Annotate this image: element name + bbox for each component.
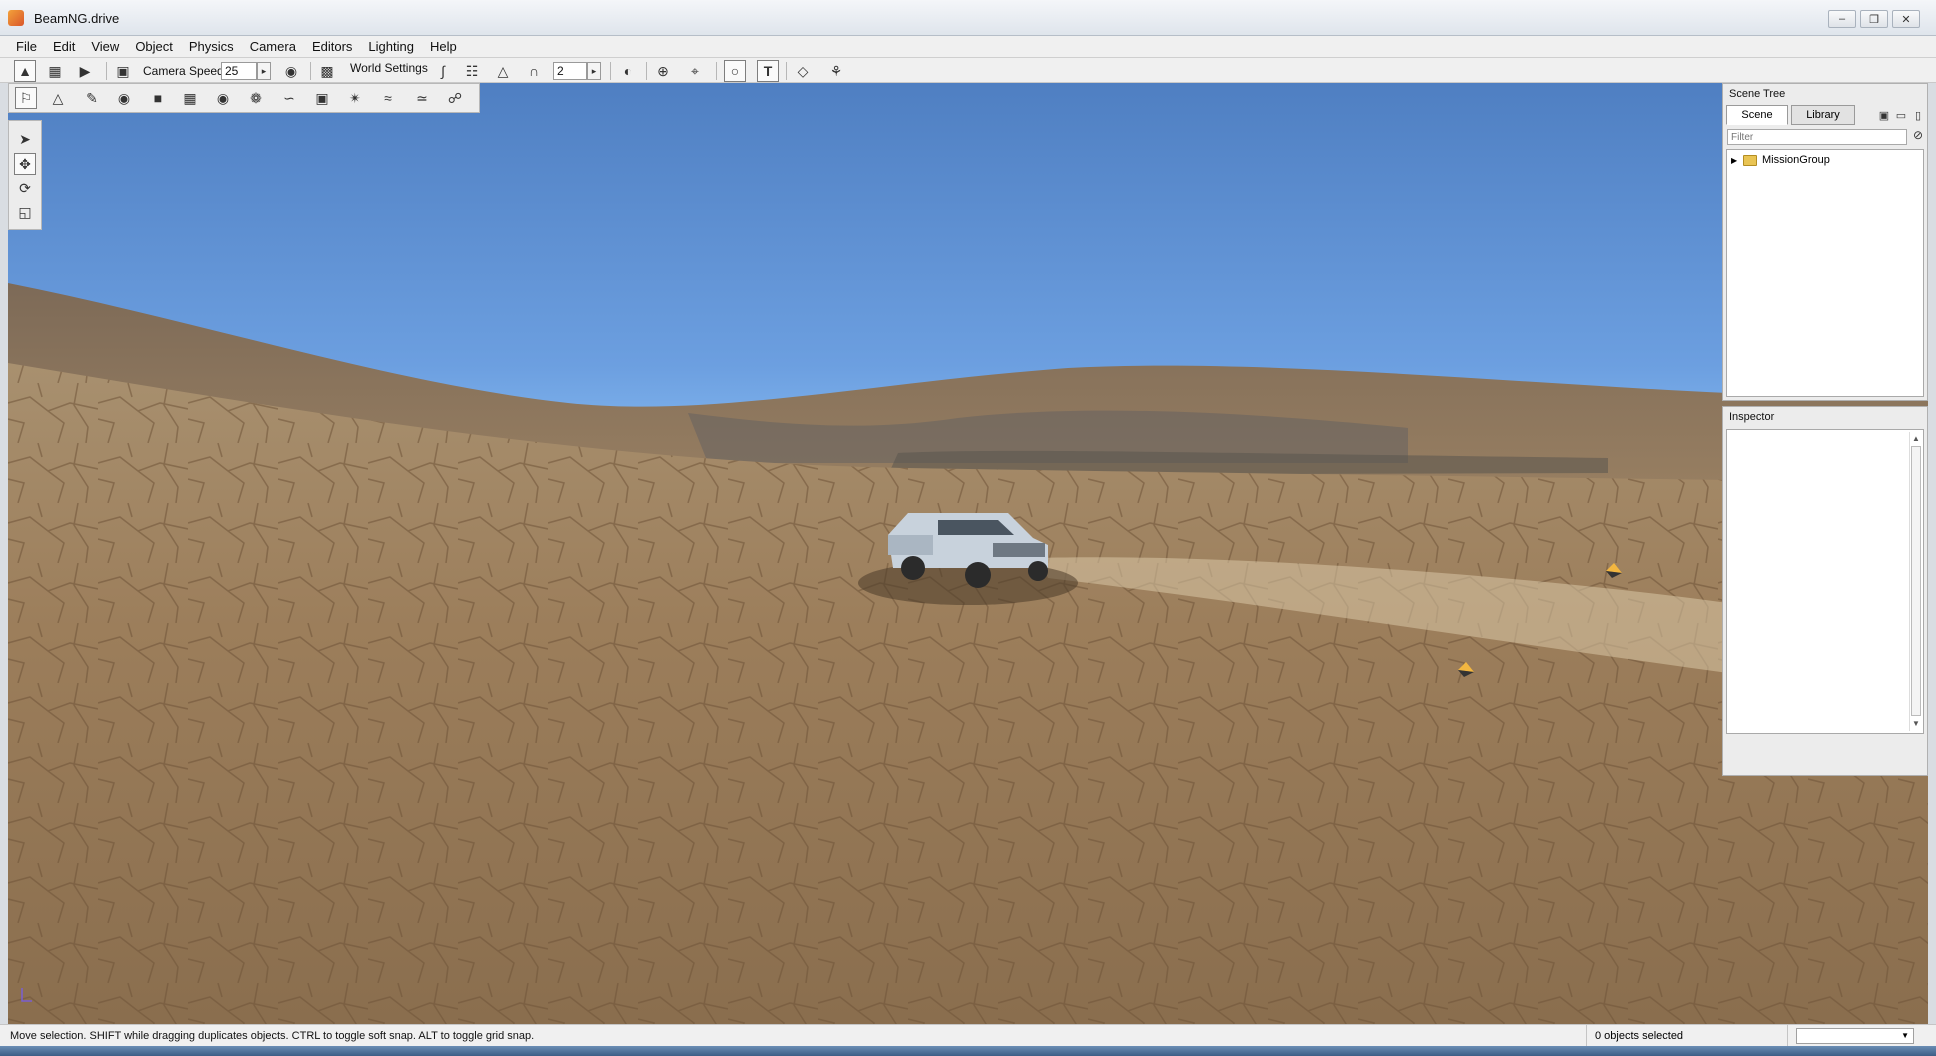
toolbar-separator: [310, 62, 311, 80]
menu-file[interactable]: File: [8, 36, 45, 58]
minimize-icon[interactable]: –: [1828, 10, 1856, 28]
scene-tree-panel: Scene Tree Scene Library ▣ ▭ ▯ ⊘ ▶ Missi…: [1722, 83, 1928, 401]
menu-help[interactable]: Help: [422, 36, 465, 58]
toolbar-separator: [646, 62, 647, 80]
object-center-icon[interactable]: ◐: [617, 60, 639, 82]
scroll-up-icon[interactable]: ▲: [1911, 434, 1921, 444]
particle-editor-icon[interactable]: ✴: [344, 87, 366, 109]
rotate-tool-icon[interactable]: ⟳: [14, 177, 36, 199]
river-editor-icon[interactable]: ≃: [411, 87, 433, 109]
camera-speed-spin-icon[interactable]: ▸: [257, 62, 271, 80]
terrain-scene: [8, 283, 1928, 1024]
delete-icon[interactable]: ▯: [1911, 104, 1925, 126]
os-taskbar: [0, 1046, 1936, 1056]
world-editor-icon[interactable]: ▲: [14, 60, 36, 82]
scale-tool-icon[interactable]: ◱: [14, 201, 36, 223]
close-icon[interactable]: ✕: [1892, 10, 1920, 28]
gui-editor-icon[interactable]: ▦: [44, 60, 66, 82]
bounds-snap-icon[interactable]: △: [492, 60, 514, 82]
transform-tools: ➤ ✥ ⟳ ◱: [8, 120, 42, 230]
grid-snap-icon[interactable]: ☷: [461, 60, 483, 82]
inspector-scrollbar[interactable]: ▲ ▼: [1909, 432, 1921, 731]
3d-viewport[interactable]: [8, 83, 1928, 1024]
sketch-tool-icon[interactable]: ■: [147, 87, 169, 109]
main-toolbar: ▲ ▦ ▶ ▣ Camera Speed ▸ ◉ ▩ World Setting…: [0, 58, 1936, 83]
text-labels-icon[interactable]: T: [757, 60, 779, 82]
scene-tree-title: Scene Tree: [1729, 88, 1786, 100]
shape-editor-icon[interactable]: ☍: [444, 87, 466, 109]
select-arrow-icon[interactable]: ➤: [14, 128, 36, 150]
beamng-logo-icon: [8, 10, 24, 26]
tab-library[interactable]: Library: [1791, 105, 1855, 125]
decal-editor-icon[interactable]: ◉: [212, 87, 234, 109]
selection-count: 0 objects selected: [1586, 1025, 1788, 1047]
datablock-editor-icon[interactable]: ▦: [179, 87, 201, 109]
toolbar-separator: [610, 62, 611, 80]
mission-area-editor-icon[interactable]: ▣: [311, 87, 333, 109]
terrain-painter-icon[interactable]: ✎: [81, 87, 103, 109]
inspector-title: Inspector: [1729, 411, 1775, 423]
world-settings-button[interactable]: World Settings: [350, 61, 428, 75]
grid-size-spin-icon[interactable]: ▸: [587, 62, 601, 80]
drop-at-screen-icon[interactable]: ⚘: [825, 60, 847, 82]
visibility-icon[interactable]: ◉: [280, 60, 302, 82]
clear-filter-icon[interactable]: ⊘: [1909, 126, 1927, 144]
tab-scene[interactable]: Scene: [1726, 105, 1788, 125]
magnet-icon[interactable]: ∩: [523, 60, 545, 82]
menu-bar: File Edit View Object Physics Camera Edi…: [0, 36, 1936, 58]
menu-edit[interactable]: Edit: [45, 36, 83, 58]
camera-icon[interactable]: ▣: [112, 60, 134, 82]
new-folder-icon[interactable]: ▭: [1893, 104, 1909, 126]
toolbar-separator: [786, 62, 787, 80]
inspector-content: ▲ ▼: [1726, 429, 1924, 734]
lock-icon[interactable]: ▣: [1877, 104, 1891, 126]
move-tool-icon[interactable]: ✥: [14, 153, 36, 175]
road-editor-icon[interactable]: ≈: [377, 87, 399, 109]
world-transform-icon[interactable]: ⊕: [652, 60, 674, 82]
restore-icon[interactable]: ❐: [1860, 10, 1888, 28]
scene-tree: ▶ MissionGroup: [1726, 149, 1924, 397]
selection-lock-icon[interactable]: ○: [724, 60, 746, 82]
camera-speed-input[interactable]: [221, 62, 257, 80]
material-editor-icon[interactable]: ◉: [113, 87, 135, 109]
terrain-editor-icon[interactable]: △: [47, 87, 69, 109]
editor-window: BeamNG.drive – ❐ ✕ File Edit View Object…: [0, 0, 1936, 1056]
menu-physics[interactable]: Physics: [181, 36, 242, 58]
object-transform-icon[interactable]: ⌖: [684, 60, 706, 82]
menu-view[interactable]: View: [83, 36, 127, 58]
folder-icon: [1743, 154, 1757, 166]
expand-arrow-icon[interactable]: ▶: [1731, 156, 1741, 165]
menu-lighting[interactable]: Lighting: [360, 36, 422, 58]
menu-camera[interactable]: Camera: [242, 36, 304, 58]
menu-object[interactable]: Object: [127, 36, 181, 58]
toolbar-separator: [106, 62, 107, 80]
mesh-road-editor-icon[interactable]: ∽: [278, 87, 300, 109]
scroll-down-icon[interactable]: ▼: [1911, 719, 1921, 729]
grid-size-input[interactable]: [553, 62, 587, 80]
snap-to-terrain-icon[interactable]: ∫: [432, 60, 454, 82]
scroll-thumb[interactable]: [1911, 446, 1921, 716]
window-title: BeamNG.drive: [34, 11, 120, 26]
play-icon[interactable]: ▶: [74, 60, 96, 82]
camera-speed-label: Camera Speed: [143, 64, 224, 78]
inspector-panel: Inspector ▲ ▼: [1722, 406, 1928, 776]
forest-editor-icon[interactable]: ❁: [245, 87, 267, 109]
scene-filter-input[interactable]: [1727, 129, 1907, 145]
title-bar: BeamNG.drive – ❐ ✕: [0, 0, 1936, 36]
status-bar: Move selection. SHIFT while dragging dup…: [0, 1024, 1936, 1047]
tree-item-missiongroup[interactable]: ▶ MissionGroup: [1731, 154, 1830, 166]
status-dropdown[interactable]: ▼: [1796, 1028, 1914, 1044]
drop-at-camera-icon[interactable]: ◇: [792, 60, 814, 82]
toolbar-separator: [716, 62, 717, 80]
editor-tools-toolbar: ⚐ △ ✎ ◉ ■ ▦ ◉ ❁ ∽ ▣ ✴ ≈ ≃ ☍: [8, 83, 480, 113]
tree-item-label: MissionGroup: [1762, 154, 1830, 166]
status-hint: Move selection. SHIFT while dragging dup…: [10, 1030, 535, 1042]
object-editor-icon[interactable]: ⚐: [15, 87, 37, 109]
fit-view-icon[interactable]: ▩: [316, 60, 338, 82]
menu-editors[interactable]: Editors: [304, 36, 360, 58]
